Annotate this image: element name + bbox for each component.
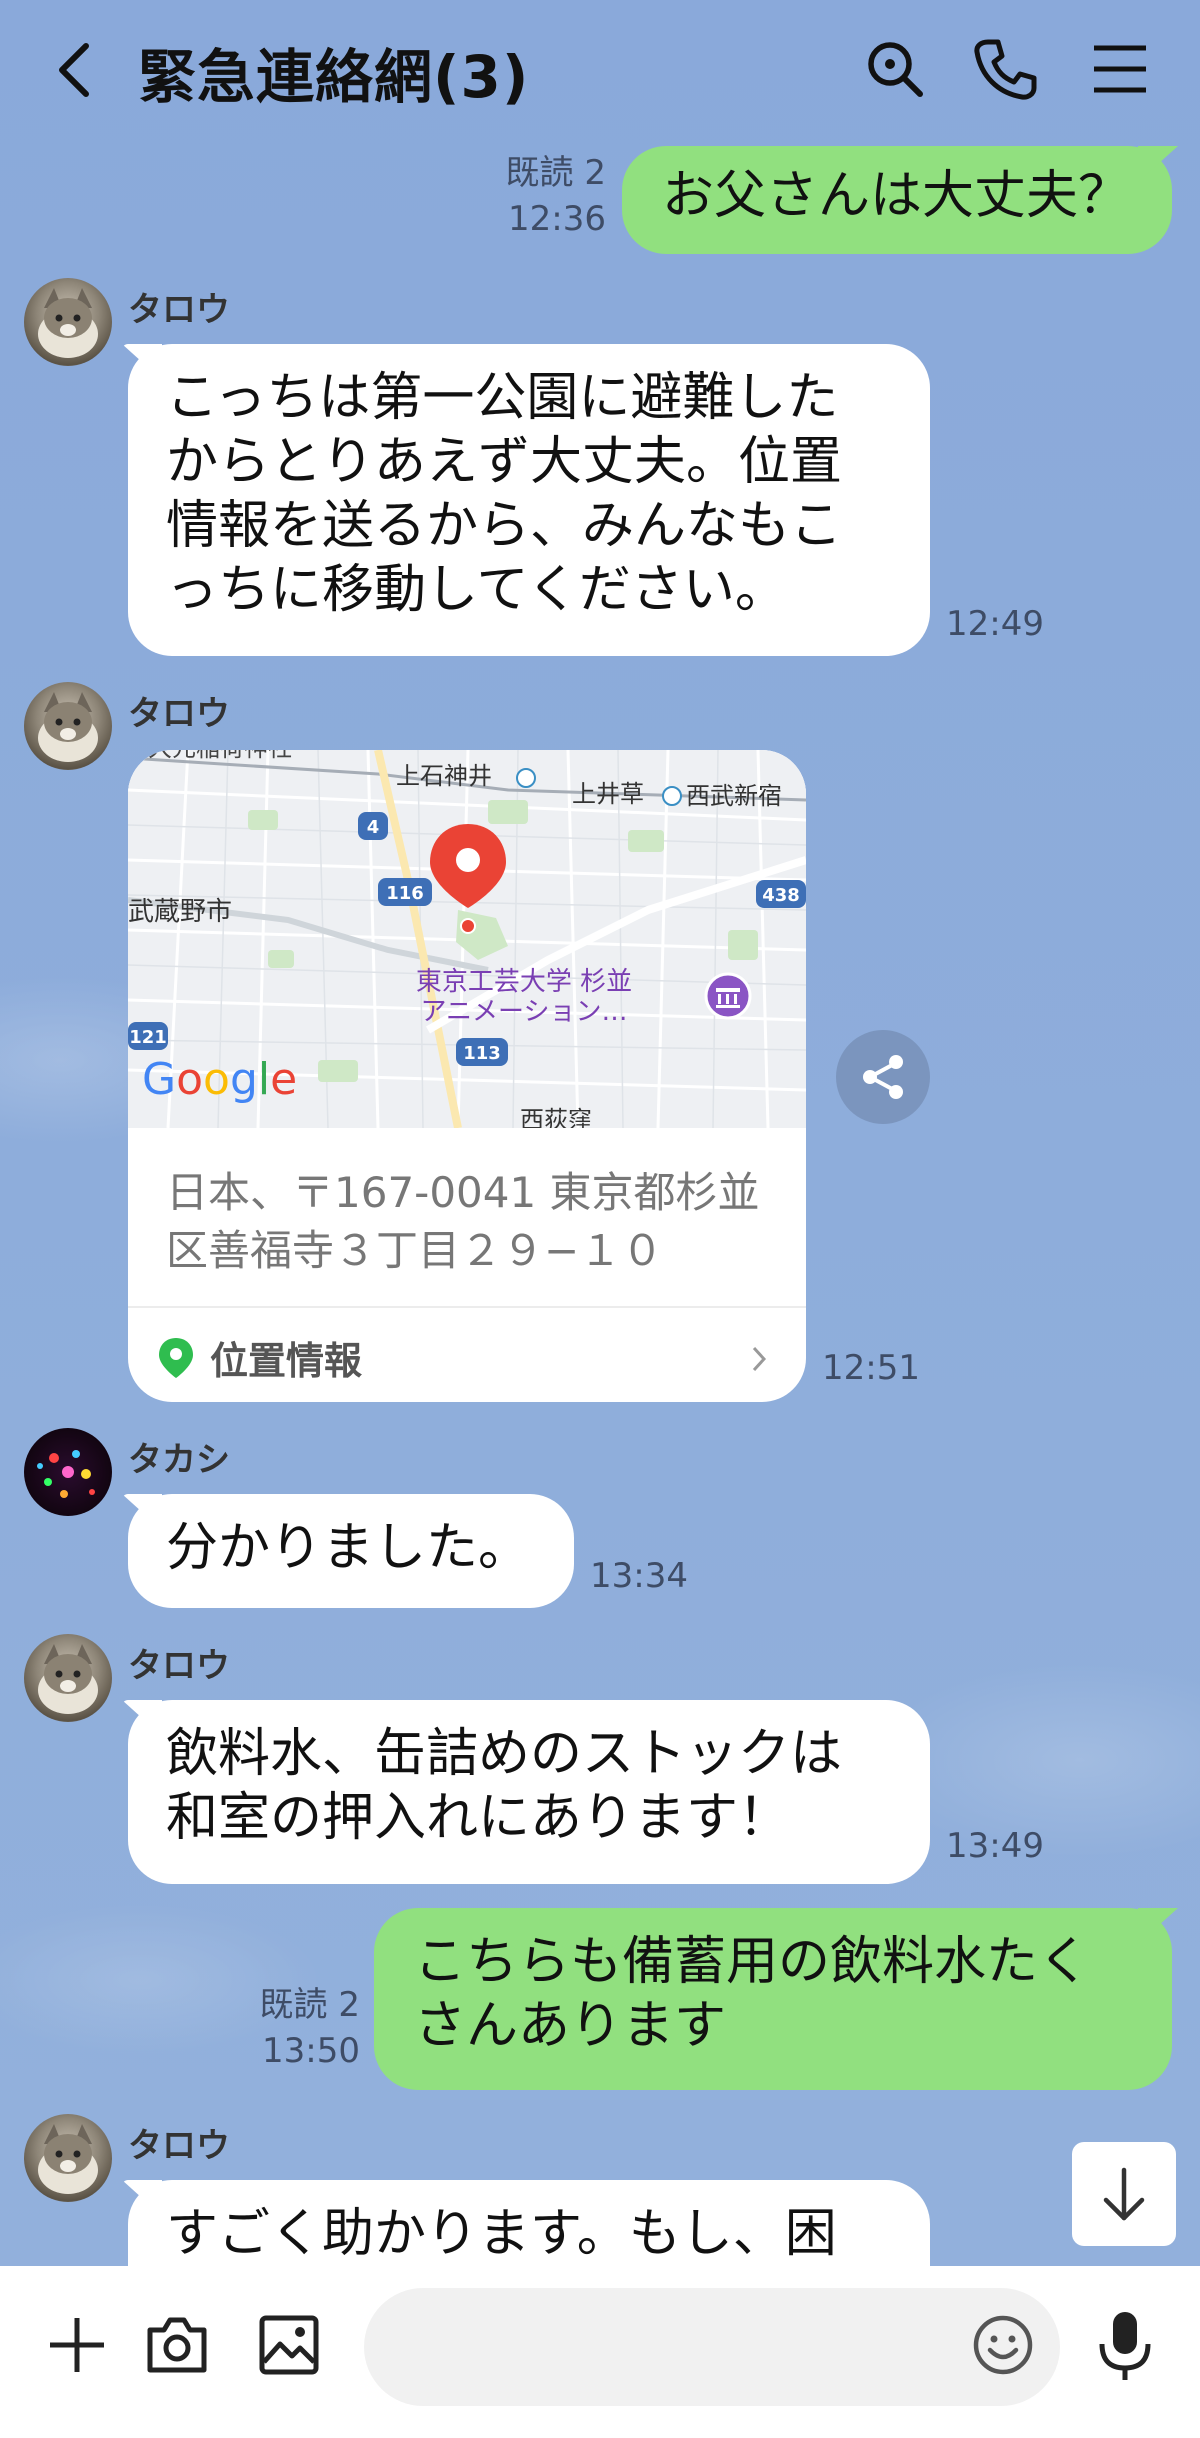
route-shield: 116 — [386, 883, 424, 904]
read-count: 既読 2 — [259, 1985, 360, 2025]
message-line: さんあります — [414, 1996, 727, 2056]
map-label-shrine: 大元稲荷神社 — [148, 750, 292, 762]
avatar-taro[interactable] — [24, 1634, 112, 1722]
message-time: 12:49 — [946, 604, 1044, 644]
cat-photo-icon — [38, 2124, 98, 2194]
map-preview[interactable]: 大元稲荷神社 上石神井 上井草 西武新宿 武蔵野市 4 116 438 121 … — [128, 750, 806, 1128]
camera-icon[interactable] — [142, 2310, 212, 2380]
google-logo: Google — [142, 1054, 297, 1105]
message-time: 13:34 — [590, 1556, 688, 1596]
emoji-icon[interactable] — [970, 2312, 1036, 2378]
microphone-icon[interactable] — [1092, 2308, 1158, 2384]
avatar-taro[interactable] — [24, 2114, 112, 2202]
map-label-city: 武蔵野市 — [128, 897, 232, 927]
divider — [128, 1306, 806, 1308]
location-address: 日本、〒167-0041 東京都杉並 区善福寺３丁目２９−１０ — [166, 1164, 786, 1280]
sent-message-bubble[interactable]: こちらも備蓄用の飲料水たく さんあります — [374, 1908, 1172, 2090]
message-line: こっちは第一公園に避難した — [166, 368, 839, 428]
message-time: 13:50 — [262, 2031, 360, 2071]
message-text: すごく助かります。もし、困 — [166, 2204, 837, 2264]
received-message-bubble[interactable]: 飲料水、缶詰めのストックは 和室の押入れにあります！ — [128, 1700, 930, 1884]
phone-call-icon[interactable] — [972, 36, 1038, 102]
map-label-poi: 東京工芸大学 杉並 — [416, 967, 632, 997]
message-time: 12:51 — [822, 1348, 920, 1388]
search-icon[interactable] — [862, 36, 928, 102]
message-text: お父さんは大丈夫？ — [662, 166, 1131, 226]
message-line: 情報を送るから、みんなもこ — [166, 496, 843, 556]
map-label-line: 西武新宿 — [686, 782, 782, 810]
message-line: 飲料水、缶詰めのストックは — [166, 1724, 843, 1784]
message-input-bar — [0, 2266, 1200, 2438]
message-line: っちに移動してください。 — [166, 560, 787, 620]
message-input[interactable] — [364, 2288, 1060, 2406]
avatar-takashi[interactable] — [24, 1428, 112, 1516]
route-shield: 438 — [762, 885, 800, 906]
read-count: 既読 2 — [505, 153, 606, 193]
share-icon — [863, 1055, 903, 1099]
received-message-bubble[interactable]: こっちは第一公園に避難した からとりあえず大丈夫。位置 情報を送るから、みんなも… — [128, 344, 930, 656]
map-label-poi: アニメーション… — [421, 997, 628, 1027]
sender-name: タロウ — [128, 1646, 230, 1686]
sender-name: タロウ — [128, 290, 230, 330]
avatar-taro[interactable] — [24, 278, 112, 366]
read-receipt: 既読 2 12:36 — [470, 150, 606, 242]
route-shield: 4 — [367, 817, 380, 838]
cat-photo-icon — [38, 288, 98, 358]
avatar-taro[interactable] — [24, 682, 112, 770]
map-label-station: 上井草 — [572, 780, 644, 808]
message-line: こちらも備蓄用の飲料水たく — [414, 1932, 1091, 1992]
route-shield: 121 — [129, 1027, 167, 1048]
address-line: 区善福寺３丁目２９−１０ — [166, 1226, 664, 1275]
cat-photo-icon — [38, 1644, 98, 1714]
map-label-station: 上石神井 — [396, 762, 492, 790]
back-chevron-icon[interactable] — [50, 38, 100, 102]
location-pin-icon — [159, 1338, 193, 1378]
address-line: 日本、〒167-0041 東京都杉並 — [166, 1168, 760, 1217]
sender-name: タロウ — [128, 2126, 230, 2166]
image-icon[interactable] — [254, 2310, 324, 2380]
fireworks-photo-icon — [37, 1450, 95, 1498]
message-line: からとりあえず大丈夫。位置 — [166, 432, 843, 492]
sender-name: タカシ — [128, 1440, 230, 1480]
map-label-station: 西荻窪 — [520, 1106, 592, 1128]
scroll-to-bottom-button[interactable] — [1072, 2142, 1176, 2246]
location-card[interactable]: 大元稲荷神社 上石神井 上井草 西武新宿 武蔵野市 4 116 438 121 … — [128, 750, 806, 1402]
message-text: 分かりました。 — [166, 1518, 531, 1578]
menu-icon[interactable] — [1088, 36, 1154, 102]
message-time: 13:49 — [946, 1826, 1044, 1866]
plus-icon[interactable] — [44, 2312, 110, 2378]
sent-message-bubble[interactable]: お父さんは大丈夫？ — [622, 146, 1172, 254]
chat-header: 緊急連絡網(3) — [0, 0, 1200, 140]
message-time: 12:36 — [508, 199, 606, 239]
message-line: 和室の押入れにあります！ — [166, 1788, 791, 1848]
chat-title: 緊急連絡網(3) — [138, 43, 530, 111]
read-receipt: 既読 2 13:50 — [224, 1982, 360, 2074]
route-shield: 113 — [463, 1043, 501, 1064]
share-button[interactable] — [836, 1030, 930, 1124]
cat-photo-icon — [38, 692, 98, 762]
arrow-down-icon — [1103, 2167, 1145, 2221]
sender-name: タロウ — [128, 694, 230, 734]
location-label: 位置情報 — [210, 1339, 363, 1383]
chevron-right-icon — [752, 1346, 767, 1372]
received-message-bubble[interactable]: 分かりました。 — [128, 1494, 574, 1608]
